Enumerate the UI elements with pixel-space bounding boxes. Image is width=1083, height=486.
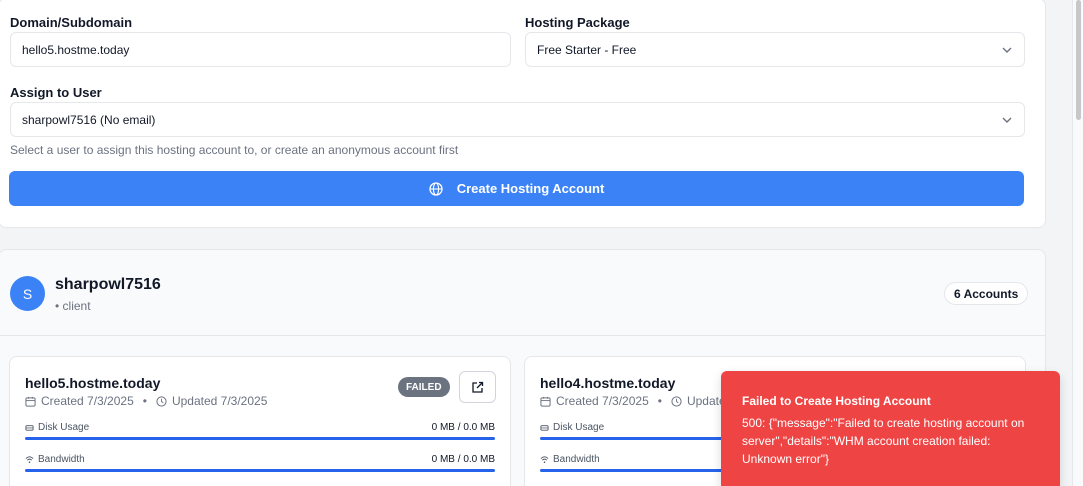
- hard-drive-icon: [540, 425, 549, 431]
- calendar-icon: [25, 396, 36, 407]
- user-hint: Select a user to assign this hosting acc…: [10, 143, 459, 157]
- package-select[interactable]: Free Starter - Free: [525, 32, 1025, 67]
- domain-input-value: hello5.hostme.today: [22, 42, 130, 57]
- bandwidth-text: Bandwidth: [38, 454, 85, 465]
- chevron-down-icon: [1002, 47, 1012, 53]
- package-label: Hosting Package: [525, 15, 630, 30]
- meta-separator: •: [142, 394, 147, 408]
- meta-separator: •: [657, 394, 662, 408]
- user-select-value: sharpowl7516 (No email): [22, 112, 156, 127]
- clock-icon: [156, 395, 167, 407]
- created-date: Created 7/3/2025: [556, 394, 649, 408]
- user-name: sharpowl7516: [55, 276, 161, 293]
- status-badge: FAILED: [398, 377, 450, 397]
- user-select[interactable]: sharpowl7516 (No email): [10, 102, 1025, 137]
- toast-title: Failed to Create Hosting Account: [742, 394, 931, 408]
- created-date: Created 7/3/2025: [41, 394, 134, 408]
- account-domain: hello5.hostme.today: [25, 375, 161, 391]
- domain-input[interactable]: hello5.hostme.today: [10, 32, 511, 67]
- external-link-icon: [472, 381, 484, 393]
- domain-label: Domain/Subdomain: [10, 15, 133, 30]
- scrollbar-thumb[interactable]: [1076, 0, 1081, 120]
- user-role: • client: [55, 299, 91, 313]
- hard-drive-icon: [25, 425, 34, 431]
- disk-usage-text: Disk Usage: [38, 422, 90, 433]
- updated-date: Updated 7/3/2025: [171, 394, 268, 408]
- globe-icon: [429, 181, 443, 196]
- account-card: hello5.hostme.today Created 7/3/2025 • U…: [9, 356, 511, 486]
- clock-icon: [671, 395, 682, 407]
- calendar-icon: [540, 396, 551, 407]
- disk-usage-label: Disk Usage: [25, 422, 89, 433]
- package-select-value: Free Starter - Free: [537, 42, 637, 57]
- bandwidth-text: Bandwidth: [553, 454, 600, 465]
- toast-message: 500: {"message":"Failed to create hostin…: [742, 416, 1025, 466]
- error-toast[interactable]: Failed to Create Hosting Account 500: {"…: [721, 371, 1060, 486]
- bandwidth-bar: [25, 469, 495, 472]
- disk-usage-text: Disk Usage: [553, 422, 605, 433]
- account-domain: hello4.hostme.today: [540, 375, 676, 391]
- create-hosting-account-button[interactable]: Create Hosting Account: [9, 171, 1024, 206]
- accounts-count-badge: 6 Accounts: [944, 282, 1029, 305]
- disk-usage-label: Disk Usage: [540, 422, 604, 433]
- user-label: Assign to User: [10, 85, 102, 100]
- account-meta: Created 7/3/2025 • Updated 7/3/2025: [25, 394, 267, 408]
- avatar: S: [10, 276, 45, 311]
- divider: [0, 335, 1045, 336]
- chevron-down-icon: [1002, 117, 1012, 123]
- bandwidth-value: 0 MB / 0.0 MB: [431, 454, 495, 465]
- bandwidth-label: Bandwidth: [25, 454, 85, 465]
- wifi-icon: [25, 456, 34, 464]
- scrollbar[interactable]: [1072, 0, 1083, 486]
- disk-usage-fill: [25, 437, 495, 440]
- create-hosting-account-label: Create Hosting Account: [456, 181, 605, 196]
- disk-usage-bar: [25, 437, 495, 440]
- disk-usage-value: 0 MB / 0.0 MB: [431, 422, 495, 433]
- wifi-icon: [540, 456, 549, 464]
- bandwidth-label: Bandwidth: [540, 454, 600, 465]
- open-external-button[interactable]: [459, 371, 496, 403]
- bandwidth-fill: [25, 469, 495, 472]
